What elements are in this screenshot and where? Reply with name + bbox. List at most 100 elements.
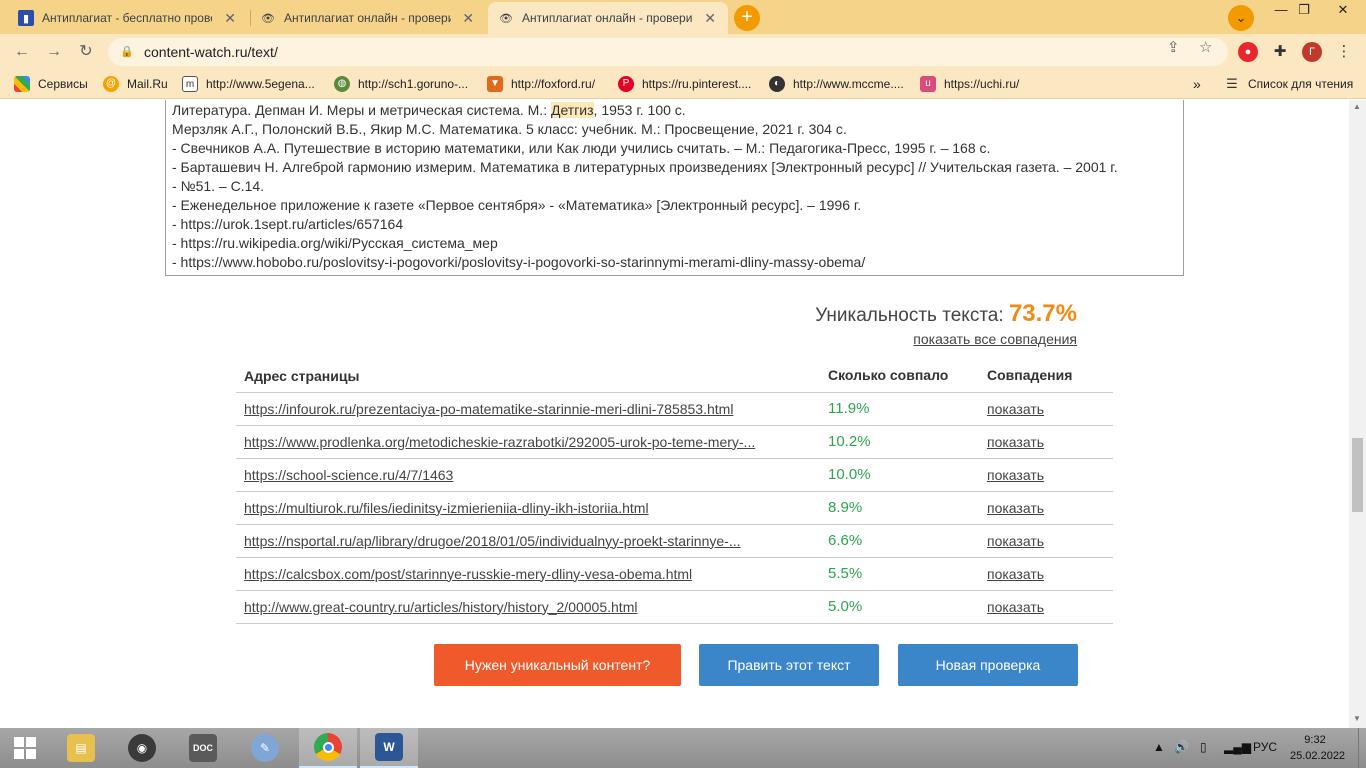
show-match-link[interactable]: показать — [987, 434, 1044, 450]
taskbar-file-explorer[interactable]: ▤ — [52, 728, 110, 768]
bookmark-5egena[interactable]: m http://www.5egena... — [182, 76, 315, 92]
language-indicator[interactable]: РУС — [1253, 740, 1277, 754]
table-row: https://multiurok.ru/files/iedinitsy-izm… — [236, 491, 1113, 525]
bookmark-uchi[interactable]: u https://uchi.ru/ — [920, 76, 1019, 92]
close-window-button[interactable]: ✕ — [1320, 0, 1366, 22]
more-bookmarks-chevron-icon[interactable]: » — [1193, 76, 1201, 92]
reading-list-button[interactable]: ☰ Список для чтения — [1224, 76, 1353, 92]
address-bar[interactable]: 🔒 content-watch.ru/text/ — [108, 38, 1228, 66]
extensions-puzzle-icon[interactable]: ✚ — [1270, 42, 1290, 62]
reload-button[interactable]: ↻ — [74, 40, 98, 64]
match-url-link[interactable]: http://www.great-country.ru/articles/his… — [244, 599, 637, 615]
close-tab-icon[interactable]: ✕ — [222, 10, 238, 27]
taskbar-doc-app[interactable]: DOC — [174, 728, 232, 768]
tab-antiplagiat-2[interactable]: 👁 Антиплагиат онлайн - провери ✕ — [250, 2, 486, 34]
scrollbar-thumb[interactable] — [1352, 438, 1363, 512]
bookmark-label: http://foxford.ru/ — [511, 77, 596, 91]
eye-icon: 👁 — [261, 12, 275, 25]
share-icon[interactable]: ⇪ — [1167, 38, 1180, 56]
match-percent: 5.0% — [828, 590, 987, 624]
bookmark-label: https://uchi.ru/ — [944, 77, 1020, 91]
match-url-link[interactable]: https://school-science.ru/4/7/1463 — [244, 467, 453, 483]
edit-text-button[interactable]: Править этот текст — [699, 644, 879, 686]
eye-icon: 👁 — [499, 12, 513, 25]
menu-kebab-icon[interactable]: ⋮ — [1334, 42, 1354, 62]
adblock-extension-icon[interactable]: ● — [1238, 42, 1258, 62]
bookmark-mccme[interactable]: ◐ http://www.mccme.... — [769, 76, 904, 92]
bookmarks-bar: Сервисы @ Mail.Ru m http://www.5egena...… — [0, 70, 1366, 99]
palette-icon: ✎ — [251, 734, 279, 762]
bookmark-sch1[interactable]: ◍ http://sch1.goruno-... — [334, 76, 468, 92]
tab-title: Антиплагиат онлайн - провери — [284, 11, 451, 25]
show-all-matches-link[interactable]: показать все совпадения — [913, 331, 1077, 347]
profile-avatar[interactable]: Г — [1302, 42, 1322, 62]
show-desktop-button[interactable] — [1358, 728, 1366, 768]
tab-strip: ▮ Антиплагиат - бесплатно прове ✕ 👁 Анти… — [0, 0, 1366, 34]
new-tab-button[interactable]: + — [734, 5, 760, 31]
need-unique-content-button[interactable]: Нужен уникальный контент? — [434, 644, 681, 686]
show-match-link[interactable]: показать — [987, 401, 1044, 417]
text-line: - Еженедельное приложение к газете «Перв… — [172, 197, 862, 213]
signal-bars-icon[interactable]: ▂▄▆ — [1224, 740, 1251, 754]
bookmark-services[interactable]: Сервисы — [14, 76, 88, 92]
taskbar-paint[interactable]: ✎ — [236, 728, 294, 768]
bookmark-label: http://www.mccme.... — [793, 77, 904, 91]
table-row: https://infourok.ru/prezentaciya-po-mate… — [236, 392, 1113, 426]
column-header-url: Адрес страницы — [236, 358, 828, 393]
column-header-percent: Сколько совпало — [828, 358, 987, 393]
site-m-icon: m — [182, 76, 198, 92]
show-match-link[interactable]: показать — [987, 500, 1044, 516]
globe-icon: ◐ — [769, 76, 785, 92]
taskbar-media-player[interactable]: ◉ — [113, 728, 171, 768]
start-button[interactable] — [0, 728, 50, 768]
tab-antiplagiat-active[interactable]: 👁 Антиплагиат онлайн - провери ✕ — [488, 2, 728, 34]
scroll-down-arrow-icon[interactable]: ▼ — [1353, 714, 1361, 723]
page-content: Литература. Депман И. Меры и метрическая… — [0, 100, 1366, 728]
text-line: - №51. – С.14. — [172, 178, 265, 194]
word-icon: W — [375, 733, 403, 761]
bookmark-label: Сервисы — [38, 77, 88, 91]
tab-search-button[interactable]: ⌄ — [1228, 5, 1254, 31]
match-url-link[interactable]: https://multiurok.ru/files/iedinitsy-izm… — [244, 500, 649, 516]
show-match-link[interactable]: показать — [987, 566, 1044, 582]
table-row: https://calcsbox.com/post/starinnye-russ… — [236, 557, 1113, 591]
tray-overflow-chevron-icon[interactable]: ▲ — [1153, 740, 1165, 754]
match-url-link[interactable]: https://calcsbox.com/post/starinnye-russ… — [244, 566, 692, 582]
tab-antiplagiat-1[interactable]: ▮ Антиплагиат - бесплатно прове ✕ — [8, 2, 248, 34]
scroll-up-arrow-icon[interactable]: ▲ — [1353, 102, 1361, 111]
forward-button[interactable]: → — [42, 40, 66, 64]
show-match-link[interactable]: показать — [987, 533, 1044, 549]
match-percent: 8.9% — [828, 491, 987, 525]
table-row: https://nsportal.ru/ap/library/drugoe/20… — [236, 524, 1113, 558]
bookmark-foxford[interactable]: ▼ http://foxford.ru/ — [487, 76, 595, 92]
volume-icon[interactable]: 🔊 — [1174, 740, 1189, 754]
checked-text-box[interactable]: Литература. Депман И. Меры и метрическая… — [165, 100, 1184, 276]
taskbar-word[interactable]: W — [360, 728, 418, 768]
table-row: https://school-science.ru/4/7/1463 10.0%… — [236, 458, 1113, 492]
globe-icon: ◍ — [334, 76, 350, 92]
lock-icon: 🔒 — [120, 46, 134, 58]
match-url-link[interactable]: https://www.prodlenka.org/metodicheskie-… — [244, 434, 755, 450]
bookmark-star-icon[interactable]: ☆ — [1199, 38, 1212, 56]
text-line: - Барташевич Н. Алгеброй гармонию измери… — [172, 159, 1118, 175]
page-scrollbar[interactable]: ▲ ▼ — [1349, 100, 1366, 728]
new-check-button[interactable]: Новая проверка — [898, 644, 1078, 686]
reading-list-icon: ☰ — [1226, 76, 1238, 91]
match-url-link[interactable]: https://nsportal.ru/ap/library/drugoe/20… — [244, 533, 741, 549]
table-row: https://www.prodlenka.org/metodicheskie-… — [236, 425, 1113, 459]
close-tab-icon[interactable]: ✕ — [702, 10, 718, 27]
show-match-link[interactable]: показать — [987, 467, 1044, 483]
match-url-link[interactable]: https://infourok.ru/prezentaciya-po-mate… — [244, 401, 733, 417]
uniqueness-score: Уникальность текста: 73.7% — [815, 300, 1077, 328]
system-clock[interactable]: 9:32 25.02.2022 — [1290, 732, 1345, 764]
reading-list-label: Список для чтения — [1248, 77, 1354, 91]
taskbar-chrome[interactable] — [299, 728, 357, 768]
back-button[interactable]: ← — [10, 40, 34, 64]
close-tab-icon[interactable]: ✕ — [461, 10, 476, 27]
bookmark-mailru[interactable]: @ Mail.Ru — [103, 76, 168, 92]
bookmark-pinterest[interactable]: P https://ru.pinterest.... — [618, 76, 751, 92]
chrome-icon — [314, 733, 342, 761]
network-icon[interactable]: ▯ — [1200, 740, 1207, 754]
show-match-link[interactable]: показать — [987, 599, 1044, 615]
site-favicon-icon: ▮ — [18, 10, 34, 26]
